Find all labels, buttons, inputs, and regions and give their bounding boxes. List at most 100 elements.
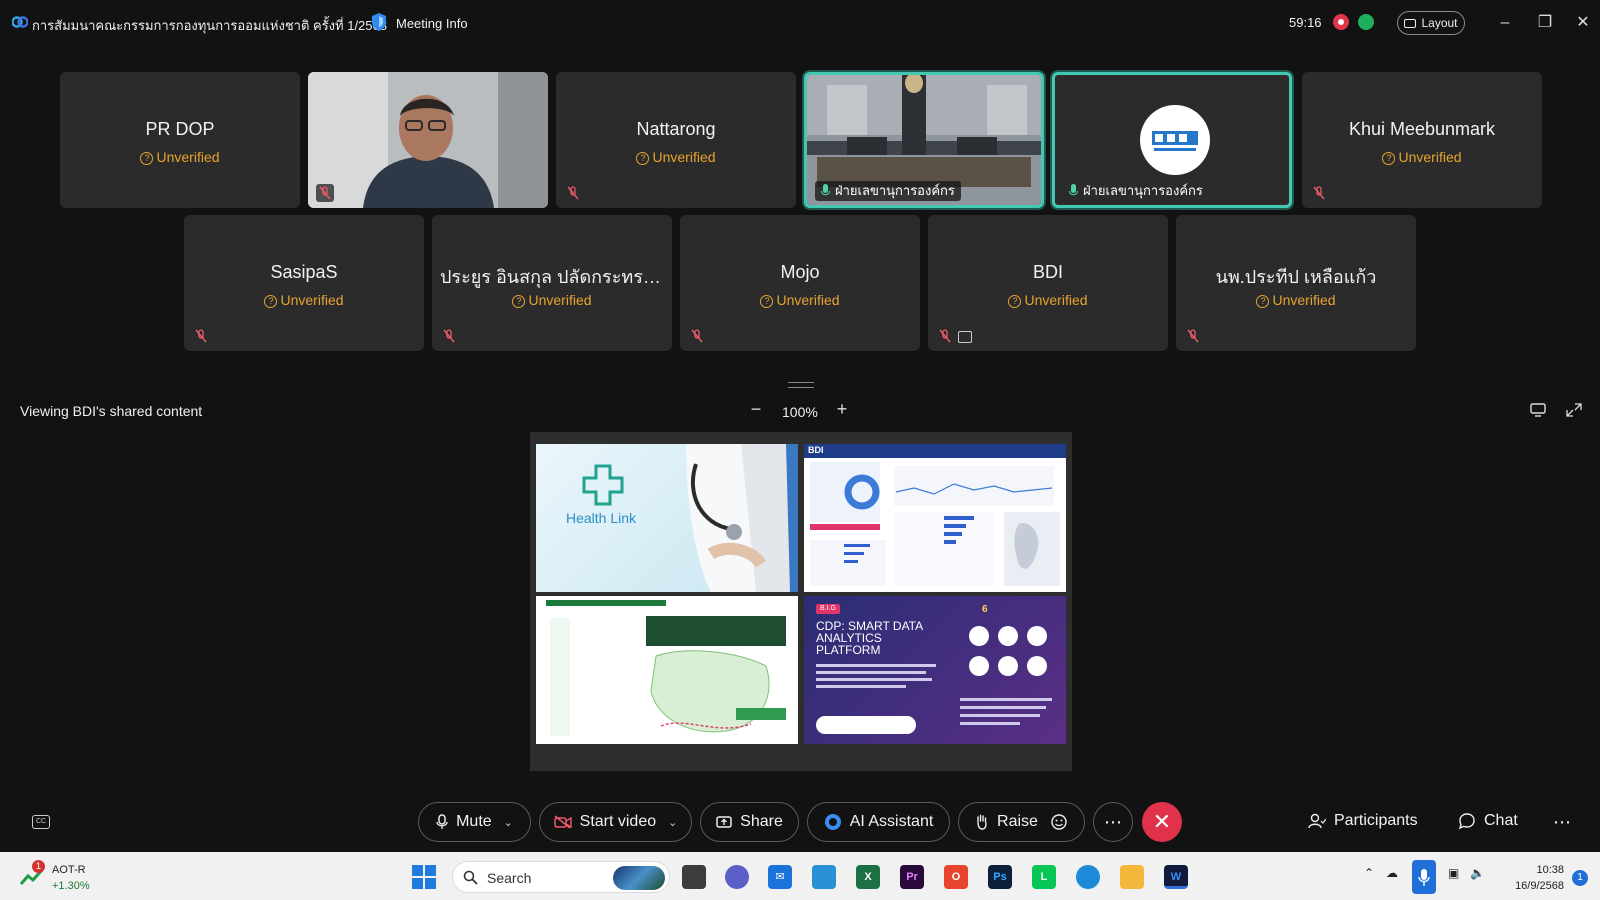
layout-button[interactable]: Layout bbox=[1397, 11, 1465, 35]
tray-overflow-icon[interactable]: ⌃ bbox=[1364, 866, 1374, 880]
taskbar-search-box[interactable]: Search bbox=[452, 861, 670, 893]
unverified-badge: ? Unverified bbox=[432, 292, 672, 308]
participant-name: BDI bbox=[1032, 262, 1063, 282]
title-bar: การสัมมนาคณะกรรมการกองทุนการออมแห่งชาติ … bbox=[0, 0, 1600, 46]
mic-on-icon bbox=[1069, 184, 1078, 196]
edge-icon[interactable] bbox=[1076, 865, 1100, 889]
windows-taskbar bbox=[0, 852, 1600, 900]
reactions-icon[interactable] bbox=[1050, 813, 1068, 831]
premiere-icon[interactable]: Pr bbox=[900, 865, 924, 889]
search-placeholder: Search bbox=[487, 870, 532, 886]
mute-button[interactable]: Mute ⌄ bbox=[418, 802, 531, 842]
recording-indicator-icon[interactable] bbox=[1333, 14, 1349, 30]
webex-taskbar-icon[interactable]: W bbox=[1164, 865, 1188, 889]
sharing-screen-icon bbox=[958, 331, 972, 343]
line-icon[interactable]: L bbox=[1032, 865, 1056, 889]
windows-start-icon[interactable] bbox=[412, 865, 436, 889]
mail-icon[interactable]: ✉ bbox=[768, 865, 792, 889]
unverified-badge: ? Unverified bbox=[184, 292, 424, 308]
file-explorer-icon[interactable] bbox=[1120, 865, 1144, 889]
mic-off-icon bbox=[195, 329, 207, 343]
resize-grip[interactable] bbox=[788, 382, 814, 388]
participant-tile[interactable]: นพ.ประทีป เหลือแก้ว ? Unverified bbox=[1176, 215, 1416, 351]
start-video-button[interactable]: Start video ⌄ bbox=[539, 802, 692, 842]
share-button[interactable]: Share bbox=[700, 802, 799, 842]
participant-name: Nattarong bbox=[636, 119, 716, 139]
participant-name: Mojo bbox=[780, 262, 820, 282]
participant-tile[interactable]: Khui Meebunmark ? Unverified bbox=[1302, 72, 1542, 208]
meeting-info-button[interactable]: Meeting Info bbox=[396, 16, 468, 31]
task-view-icon[interactable] bbox=[682, 865, 706, 889]
restore-icon[interactable]: ❐ bbox=[1534, 12, 1556, 34]
onedrive-off-icon[interactable]: ☁ bbox=[1386, 866, 1398, 880]
unverified-badge: ? Unverified bbox=[1176, 292, 1416, 308]
participant-name: นพ.ประทีป เหลือแก้ว bbox=[1215, 267, 1377, 287]
stock-ticker[interactable]: AOT-R bbox=[52, 864, 86, 876]
participant-name: ประยูร อินสกุล ปลัดกระทรว... bbox=[440, 267, 669, 287]
participant-tile[interactable]: ประยูร อินสกุล ปลัดกระทรว... ? Unverified bbox=[432, 215, 672, 351]
ai-assistant-label: AI Assistant bbox=[849, 813, 934, 830]
fullscreen-icon[interactable] bbox=[1566, 403, 1582, 417]
notification-badge[interactable]: 1 bbox=[1572, 870, 1588, 886]
participant-tile[interactable]: Nattarong ? Unverified bbox=[556, 72, 796, 208]
end-call-button[interactable]: ✕ bbox=[1142, 802, 1182, 842]
participant-tile[interactable]: BDI ? Unverified bbox=[928, 215, 1168, 351]
layout-label: Layout bbox=[1421, 16, 1458, 30]
remote-desktop-icon[interactable] bbox=[812, 865, 836, 889]
chat-button[interactable]: Chat bbox=[1458, 812, 1518, 830]
cdp-province-count: 6 bbox=[982, 604, 988, 615]
chat-label: Chat bbox=[1484, 812, 1518, 829]
zoom-in-button[interactable]: + bbox=[834, 400, 850, 418]
participant-avatar bbox=[1140, 105, 1210, 175]
more-options-button[interactable]: ⋯ bbox=[1093, 802, 1133, 842]
question-icon: ? bbox=[264, 295, 278, 308]
clock-time[interactable]: 10:38 bbox=[1514, 864, 1564, 876]
mic-in-use-icon[interactable] bbox=[1412, 860, 1436, 894]
stock-change: +1.30% bbox=[52, 880, 90, 892]
clock-date[interactable]: 16/9/2568 bbox=[1504, 880, 1564, 892]
participant-tile[interactable]: Mojo ? Unverified bbox=[680, 215, 920, 351]
pop-out-icon[interactable] bbox=[1530, 403, 1546, 417]
volume-icon[interactable]: 🔈 bbox=[1470, 866, 1485, 880]
close-icon[interactable]: ✕ bbox=[1572, 12, 1594, 34]
photoshop-icon[interactable]: Ps bbox=[988, 865, 1012, 889]
unverified-badge: ? Unverified bbox=[60, 149, 300, 165]
unverified-badge: ? Unverified bbox=[556, 149, 796, 165]
network-health-icon[interactable] bbox=[1358, 14, 1374, 30]
participant-tile-logo-active[interactable]: ฝ่ายเลขานุการองค์กร bbox=[1052, 72, 1292, 208]
participant-tile-video[interactable] bbox=[308, 72, 548, 208]
zoom-out-button[interactable]: − bbox=[748, 400, 764, 418]
chevron-down-icon[interactable]: ⌄ bbox=[504, 816, 513, 829]
raise-label: Raise bbox=[997, 813, 1038, 830]
shield-icon[interactable] bbox=[370, 12, 388, 32]
excel-icon[interactable]: X bbox=[856, 865, 880, 889]
minimize-icon[interactable]: – bbox=[1494, 12, 1516, 34]
chevron-down-icon[interactable]: ⌄ bbox=[668, 816, 677, 829]
shared-content[interactable]: Health Link BDI B.I.G CDP: SMART DATA AN… bbox=[530, 432, 1072, 771]
participant-tile[interactable]: SasipaS ? Unverified bbox=[184, 215, 424, 351]
participant-tile-video-active[interactable]: ฝ่ายเลขานุการองค์กร bbox=[804, 72, 1044, 208]
participant-name: SasipaS bbox=[270, 262, 338, 282]
question-icon: ? bbox=[140, 152, 154, 165]
participants-button[interactable]: Participants bbox=[1308, 812, 1418, 830]
chat-icon bbox=[1458, 813, 1475, 830]
webex-logo-icon bbox=[12, 16, 28, 28]
network-icon[interactable]: ▣ bbox=[1448, 866, 1459, 880]
hand-icon bbox=[977, 814, 987, 830]
cdp-tag: B.I.G bbox=[816, 604, 840, 614]
ai-assistant-icon bbox=[824, 814, 841, 830]
question-icon: ? bbox=[1256, 295, 1270, 308]
raise-hand-button[interactable]: Raise bbox=[958, 802, 1085, 842]
start-video-label: Start video bbox=[579, 813, 657, 830]
slide-panel-map bbox=[536, 596, 798, 744]
participant-tile[interactable]: PR DOP ? Unverified bbox=[60, 72, 300, 208]
closed-captions-icon[interactable]: CC bbox=[32, 815, 50, 829]
dashboard-thumbnail bbox=[804, 444, 1066, 586]
teams-chat-icon[interactable] bbox=[725, 865, 749, 889]
office-icon[interactable]: O bbox=[944, 865, 968, 889]
more-panels-icon[interactable]: ⋯ bbox=[1553, 812, 1571, 833]
mic-off-icon bbox=[1187, 329, 1199, 343]
mic-off-icon bbox=[567, 186, 579, 200]
ai-assistant-button[interactable]: AI Assistant bbox=[807, 802, 950, 842]
meeting-title: การสัมมนาคณะกรรมการกองทุนการออมแห่งชาติ … bbox=[32, 18, 387, 33]
